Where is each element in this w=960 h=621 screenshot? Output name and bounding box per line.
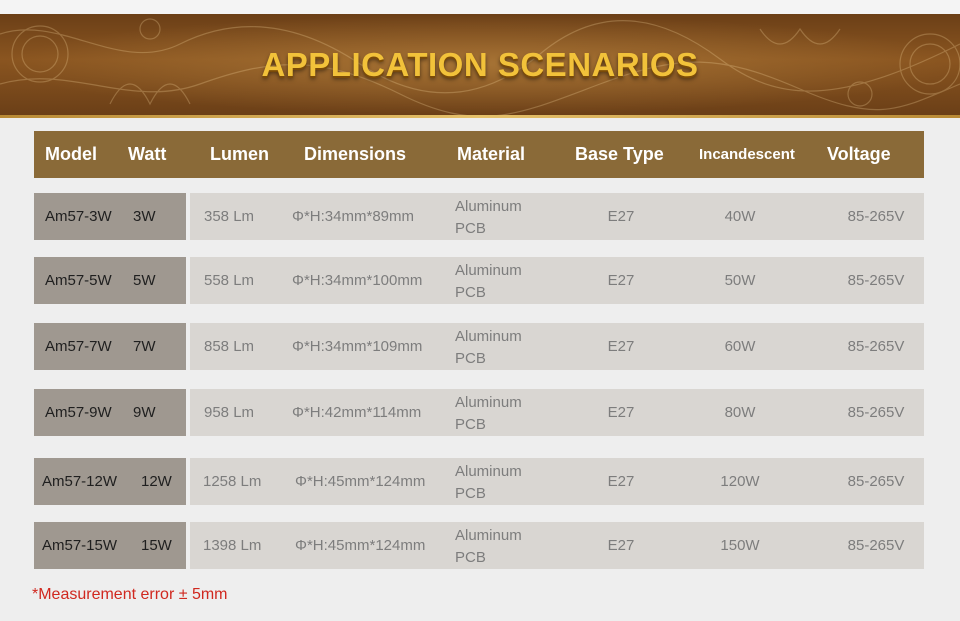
material-line-2: PCB bbox=[455, 485, 486, 502]
dimensions-value: Φ*H:34mm*89mm bbox=[292, 208, 414, 225]
incandescent-value: 150W bbox=[720, 537, 760, 554]
header-incandescent: Incandescent bbox=[699, 146, 795, 163]
voltage-value: 85-265V bbox=[847, 473, 905, 490]
dimensions-value: Φ*H:45mm*124mm bbox=[295, 473, 426, 490]
material-line-1: Aluminum bbox=[455, 463, 522, 480]
lumen-value: 958 Lm bbox=[204, 404, 255, 421]
header-voltage: Voltage bbox=[827, 144, 891, 164]
data-cells: 858 Lm Φ*H:34mm*109mm Aluminum PCB E27 6… bbox=[190, 323, 924, 370]
data-cells: 958 Lm Φ*H:42mm*114mm Aluminum PCB E27 8… bbox=[190, 389, 924, 436]
voltage-value: 85-265V bbox=[847, 338, 905, 355]
table-row: Am57-9W 9W 958 Lm Φ*H:42mm*114mm Aluminu… bbox=[34, 389, 924, 436]
incandescent-value: 50W bbox=[724, 272, 756, 289]
material-value: Aluminum PCB bbox=[455, 461, 555, 505]
material-value: Aluminum PCB bbox=[455, 525, 555, 569]
model-name: Am57-7W bbox=[45, 338, 112, 355]
material-value: Aluminum PCB bbox=[455, 196, 555, 240]
model-name: Am57-12W bbox=[42, 473, 118, 490]
measurement-note: *Measurement error ± 5mm bbox=[32, 586, 228, 603]
model-name: Am57-3W bbox=[45, 208, 112, 225]
material-line-2: PCB bbox=[455, 549, 486, 566]
header-dimensions: Dimensions bbox=[304, 144, 407, 164]
model-name: Am57-9W bbox=[45, 404, 112, 421]
banner: APPLICATION SCENARIOS bbox=[0, 14, 960, 115]
base-type-value: E27 bbox=[607, 404, 635, 421]
header-model: Model bbox=[45, 144, 97, 164]
model-cell: Am57-3W 3W bbox=[34, 193, 186, 240]
table-row: Am57-12W 12W 1258 Lm Φ*H:45mm*124mm Alum… bbox=[34, 458, 924, 505]
dimensions-value: Φ*H:45mm*124mm bbox=[295, 537, 426, 554]
dimensions-value: Φ*H:34mm*109mm bbox=[292, 338, 423, 355]
material-value: Aluminum PCB bbox=[455, 326, 555, 370]
model-cell: Am57-9W 9W bbox=[34, 389, 186, 436]
base-type-value: E27 bbox=[607, 272, 635, 289]
base-type-value: E27 bbox=[607, 208, 635, 225]
material-line-1: Aluminum bbox=[455, 198, 522, 215]
header-watt: Watt bbox=[128, 144, 167, 164]
data-cells: 558 Lm Φ*H:34mm*100mm Aluminum PCB E27 5… bbox=[190, 257, 924, 304]
data-cells: 1258 Lm Φ*H:45mm*124mm Aluminum PCB E27 … bbox=[190, 458, 924, 505]
material-line-2: PCB bbox=[455, 220, 486, 237]
incandescent-value: 40W bbox=[724, 208, 756, 225]
voltage-value: 85-265V bbox=[847, 537, 905, 554]
page-title: APPLICATION SCENARIOS bbox=[261, 45, 699, 83]
voltage-value: 85-265V bbox=[847, 272, 905, 289]
dimensions-value: Φ*H:34mm*100mm bbox=[292, 272, 423, 289]
material-line-1: Aluminum bbox=[455, 527, 522, 544]
incandescent-value: 80W bbox=[724, 404, 756, 421]
watt-value: 15W bbox=[141, 537, 172, 554]
base-type-value: E27 bbox=[607, 537, 635, 554]
model-cell: Am57-5W 5W bbox=[34, 257, 186, 304]
lumen-value: 1398 Lm bbox=[203, 537, 262, 554]
header-lumen: Lumen bbox=[210, 144, 270, 164]
watt-value: 12W bbox=[141, 473, 172, 490]
table-row: Am57-7W 7W 858 Lm Φ*H:34mm*109mm Aluminu… bbox=[34, 323, 924, 370]
model-name: Am57-5W bbox=[45, 272, 112, 289]
table-header: Model Watt Lumen Dimensions Material Bas… bbox=[34, 131, 924, 178]
incandescent-value: 60W bbox=[724, 338, 756, 355]
lumen-value: 1258 Lm bbox=[203, 473, 262, 490]
material-line-2: PCB bbox=[455, 416, 486, 433]
header-base-type: Base Type bbox=[575, 144, 664, 164]
material-line-2: PCB bbox=[455, 284, 486, 301]
base-type-value: E27 bbox=[607, 473, 635, 490]
model-name: Am57-15W bbox=[42, 537, 118, 554]
table-row: Am57-3W 3W 358 Lm Φ*H:34mm*89mm Aluminum… bbox=[34, 193, 924, 240]
table-row: Am57-5W 5W 558 Lm Φ*H:34mm*100mm Aluminu… bbox=[34, 257, 924, 304]
material-line-1: Aluminum bbox=[455, 262, 522, 279]
data-cells: 358 Lm Φ*H:34mm*89mm Aluminum PCB E27 40… bbox=[190, 193, 924, 240]
material-line-1: Aluminum bbox=[455, 328, 522, 345]
material-line-1: Aluminum bbox=[455, 394, 522, 411]
watt-value: 5W bbox=[133, 272, 156, 289]
material-line-2: PCB bbox=[455, 350, 486, 367]
voltage-value: 85-265V bbox=[847, 208, 905, 225]
material-value: Aluminum PCB bbox=[455, 392, 555, 436]
base-type-value: E27 bbox=[607, 338, 635, 355]
header-material: Material bbox=[457, 144, 526, 164]
lumen-value: 358 Lm bbox=[204, 208, 255, 225]
data-cells: 1398 Lm Φ*H:45mm*124mm Aluminum PCB E27 … bbox=[190, 522, 924, 569]
dimensions-value: Φ*H:42mm*114mm bbox=[292, 404, 422, 421]
model-cell: Am57-7W 7W bbox=[34, 323, 186, 370]
lumen-value: 558 Lm bbox=[204, 272, 255, 289]
watt-value: 3W bbox=[133, 208, 156, 225]
watt-value: 9W bbox=[133, 404, 156, 421]
voltage-value: 85-265V bbox=[847, 404, 905, 421]
material-value: Aluminum PCB bbox=[455, 260, 555, 304]
incandescent-value: 120W bbox=[720, 473, 760, 490]
model-cell: Am57-15W 15W bbox=[34, 522, 186, 569]
model-cell: Am57-12W 12W bbox=[34, 458, 186, 505]
lumen-value: 858 Lm bbox=[204, 338, 255, 355]
watt-value: 7W bbox=[133, 338, 156, 355]
table-row: Am57-15W 15W 1398 Lm Φ*H:45mm*124mm Alum… bbox=[34, 522, 924, 569]
